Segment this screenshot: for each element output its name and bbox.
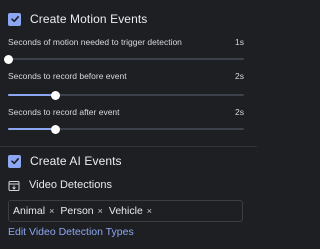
event-settings-panel: Create Motion Events Seconds of motion n… [0,0,257,249]
record-before-setting: Seconds to record before event 2s [8,71,244,81]
slider-thumb[interactable] [3,54,13,64]
create-motion-events-checkbox[interactable]: Create Motion Events [8,12,147,26]
motion-trigger-value: 1s [235,37,244,47]
slider-thumb[interactable] [50,90,60,100]
record-after-value: 2s [235,107,244,117]
section-divider [0,146,257,147]
slider-fill [8,128,56,130]
remove-vehicle-icon[interactable]: × [147,206,152,216]
chip-animal: Animal × [13,205,54,217]
motion-trigger-label: Seconds of motion needed to trigger dete… [8,37,182,47]
remove-animal-icon[interactable]: × [49,206,54,216]
record-before-label: Seconds to record before event [8,71,127,81]
record-before-slider[interactable] [8,90,244,100]
check-icon [8,154,21,168]
record-before-value: 2s [235,71,244,81]
remove-person-icon[interactable]: × [98,206,103,216]
slider-track [8,58,244,60]
chip-person: Person × [60,205,103,217]
video-detections-header: Video Detections [8,179,112,191]
video-detections-label: Video Detections [29,179,112,191]
edit-video-detection-types-link[interactable]: Edit Video Detection Types [8,226,134,238]
motion-trigger-slider[interactable] [3,54,244,64]
slider-fill [8,94,56,96]
chip-label: Person [60,205,94,217]
chip-label: Vehicle [108,205,143,217]
motion-trigger-setting: Seconds of motion needed to trigger dete… [8,37,244,47]
create-ai-events-checkbox[interactable]: Create AI Events [8,154,122,168]
video-detections-selector[interactable]: Animal × Person × Vehicle × [8,200,243,222]
create-ai-events-label: Create AI Events [30,154,122,168]
record-after-setting: Seconds to record after event 2s [8,107,244,117]
slider-thumb[interactable] [50,124,60,134]
check-icon [8,12,21,26]
create-motion-events-label: Create Motion Events [30,12,148,26]
chip-vehicle: Vehicle × [109,205,152,217]
chip-label: Animal [13,205,46,217]
record-after-slider[interactable] [8,124,244,134]
video-detections-icon [8,179,20,191]
record-after-label: Seconds to record after event [8,107,120,117]
